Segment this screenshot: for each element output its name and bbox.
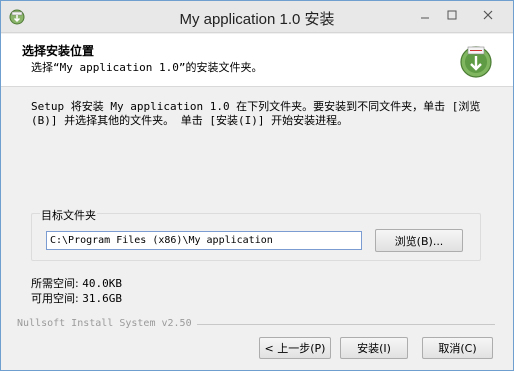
maximize-button[interactable] [439, 1, 465, 29]
minimize-button[interactable] [411, 1, 439, 29]
footer-divider [197, 324, 495, 325]
close-button[interactable] [465, 1, 511, 29]
destination-folder-label: 目标文件夹 [40, 207, 97, 223]
space-required-label: 所需空间: [31, 277, 79, 290]
install-button[interactable]: 安装(I) [340, 337, 408, 359]
browse-button[interactable]: 浏览(B)... [375, 229, 463, 252]
installer-globe-icon [460, 46, 492, 78]
space-available: 可用空间: 31.6GB [31, 290, 122, 306]
space-available-value: 31.6GB [82, 292, 122, 305]
page-header: 选择安装位置 选择“My application 1.0”的安装文件夹。 [1, 34, 513, 87]
title-bar[interactable]: My application 1.0 安装 [1, 1, 513, 33]
page-title: 选择安装位置 [22, 44, 95, 58]
page-subtitle: 选择“My application 1.0”的安装文件夹。 [31, 61, 263, 74]
space-available-label: 可用空间: [31, 292, 79, 305]
space-required-value: 40.0KB [82, 277, 122, 290]
instructions-text: Setup 将安装 My application 1.0 在下列文件夹。要安装到… [31, 100, 481, 127]
close-icon [483, 10, 493, 20]
installer-window: My application 1.0 安装 选择安装位置 选择“My appli… [0, 0, 514, 371]
space-required: 所需空间: 40.0KB [31, 275, 122, 291]
nsis-brand-text: Nullsoft Install System v2.50 [17, 318, 192, 329]
destination-path-input[interactable] [46, 231, 362, 250]
cancel-button[interactable]: 取消(C) [422, 337, 493, 359]
back-button[interactable]: < 上一步(P) [259, 337, 331, 359]
maximize-icon [447, 10, 457, 20]
minimize-icon [421, 17, 429, 19]
